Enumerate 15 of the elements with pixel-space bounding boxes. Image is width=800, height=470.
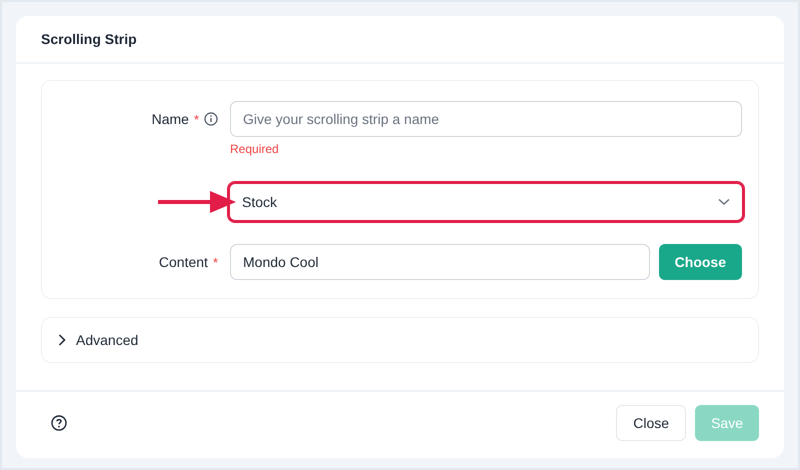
chevron-down-icon [718,198,730,206]
dialog-title: Scrolling Strip [41,31,137,47]
advanced-section[interactable]: Advanced [41,317,759,363]
required-mark: * [194,112,199,126]
content-field[interactable]: Mondo Cool [230,244,650,280]
required-mark: * [212,254,218,270]
error-message: Required [230,142,280,156]
field-label: Name [152,111,189,127]
type-select[interactable]: Stock [228,182,744,222]
info-icon[interactable] [204,112,218,126]
chevron-right-icon [58,334,66,346]
help-icon[interactable] [51,415,67,431]
close-button[interactable]: Close [616,405,686,441]
field-label: Content [158,254,208,270]
name-field[interactable]: Give your scrolling strip a name [230,101,742,137]
